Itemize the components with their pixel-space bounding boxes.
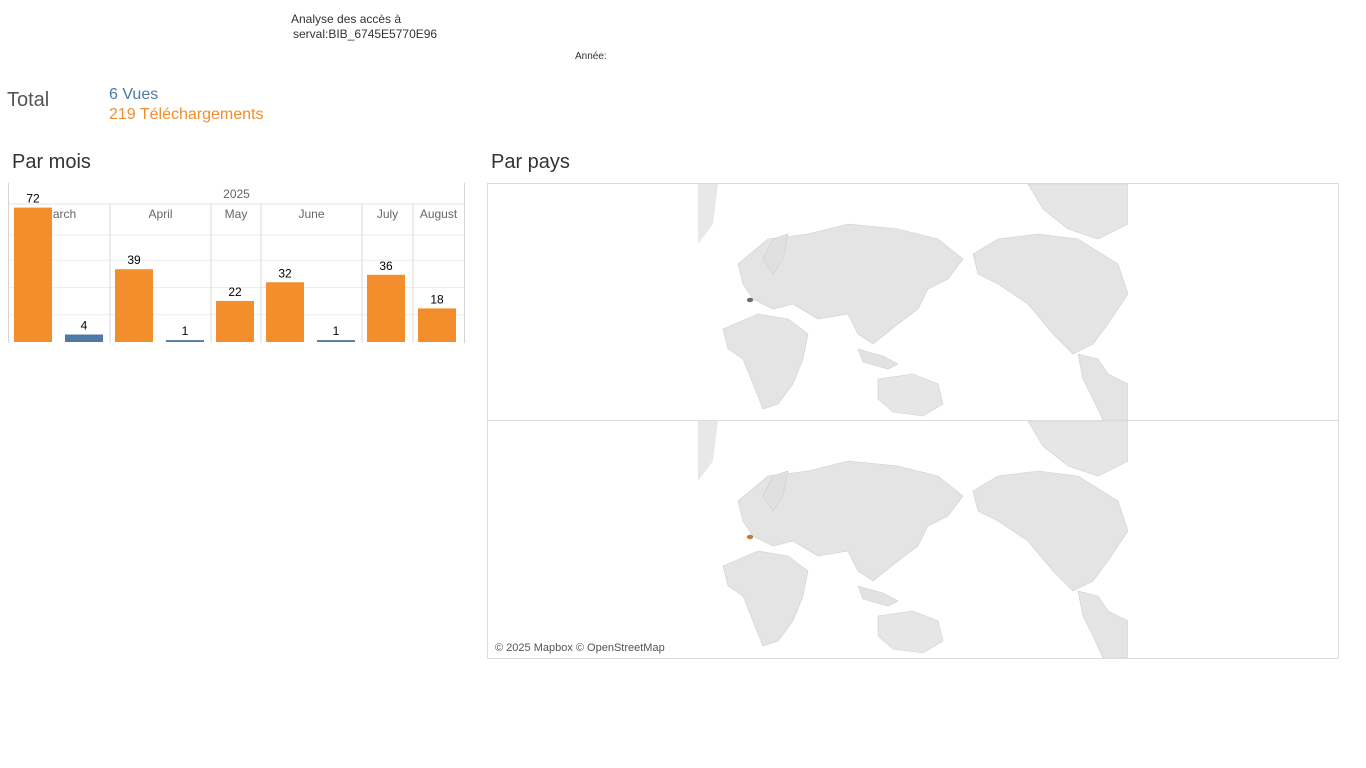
bar-downloads-label: 18 <box>430 292 444 306</box>
total-views: 6 Vues <box>109 86 159 103</box>
chart-category-label: July <box>377 207 398 221</box>
bar-downloads-label: 39 <box>127 253 141 267</box>
page-title-line2: serval:BIB_6745E5770E96 <box>293 27 438 41</box>
map-downloads[interactable]: © 2025 Mapbox © OpenStreetMap <box>487 420 1339 659</box>
bar-downloads <box>14 207 52 342</box>
bar-views-label: 1 <box>182 324 189 338</box>
map-highlight-country <box>746 534 754 540</box>
bar-views-label: 4 <box>81 319 88 333</box>
map-views[interactable] <box>487 183 1339 421</box>
bar-views <box>317 340 355 342</box>
bar-downloads-label: 32 <box>278 266 292 280</box>
monthly-bar-chart-svg: 2025March724April391May22June321July36Au… <box>9 187 464 343</box>
chart-category-label: August <box>420 207 458 221</box>
monthly-bar-chart[interactable]: 2025 March 72 4 April 39 1 May 22 June 32 1 July 36 Au… <box>8 183 465 343</box>
year-filter-label[interactable]: Année: <box>575 51 607 62</box>
bar-views-label: 1 <box>333 324 340 338</box>
bar-downloads <box>216 300 254 342</box>
bar-downloads <box>367 274 405 342</box>
chart-category-label: June <box>298 207 324 221</box>
bar-downloads <box>418 308 456 342</box>
total-downloads: 219 Téléchargements <box>109 106 264 123</box>
bar-views <box>65 334 103 342</box>
bar-downloads <box>115 269 153 342</box>
total-label: Total <box>7 89 50 111</box>
bar-downloads-label: 36 <box>379 259 393 273</box>
bar-views <box>166 340 204 342</box>
chart-category-label: May <box>225 207 248 221</box>
section-title-by-month: Par mois <box>12 151 91 173</box>
chart-year-label: 2025 <box>223 187 250 201</box>
map-highlight-country <box>746 297 754 303</box>
bar-downloads-label: 72 <box>26 192 40 206</box>
world-map-downloads-svg <box>698 421 1129 658</box>
page-title-line1: Analyse des accès à <box>291 12 402 26</box>
chart-category-label: April <box>148 207 172 221</box>
map-credit: © 2025 Mapbox © OpenStreetMap <box>495 642 665 654</box>
world-map-downloads[interactable] <box>698 421 1129 658</box>
bar-downloads <box>266 282 304 342</box>
section-title-by-country: Par pays <box>491 151 570 173</box>
bar-downloads-label: 22 <box>228 285 242 299</box>
world-map-views[interactable] <box>698 184 1129 420</box>
world-map-views-svg <box>698 184 1129 420</box>
